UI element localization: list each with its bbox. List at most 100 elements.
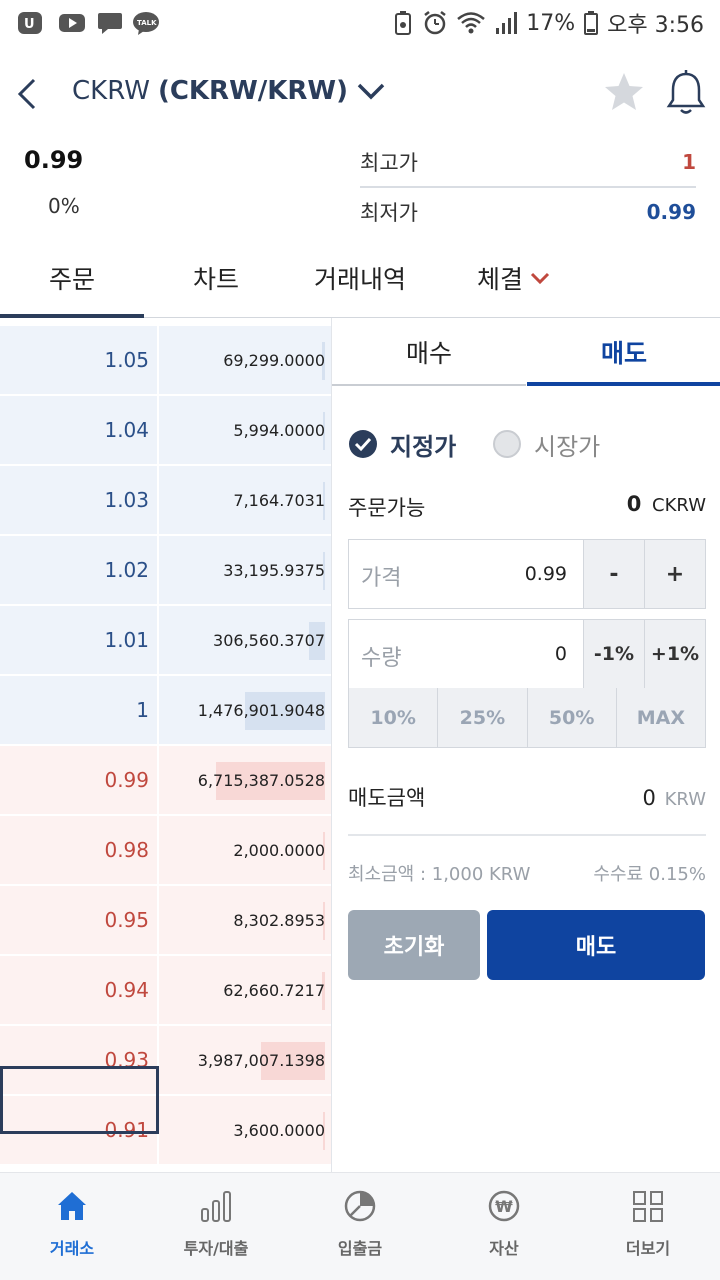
orderbook-quantity: 306,560.3707: [159, 606, 331, 674]
tab-buy[interactable]: 매수: [332, 318, 526, 386]
orderbook-price[interactable]: 0.95: [0, 886, 157, 954]
uplus-icon: U: [18, 12, 42, 34]
tab-trades[interactable]: 체결: [444, 240, 584, 316]
orderbook-price[interactable]: 0.98: [0, 816, 157, 884]
tab-indicator: [527, 382, 720, 386]
sell-button[interactable]: 매도: [487, 910, 705, 980]
main-tabs: 주문 차트 거래내역 체결: [0, 240, 720, 318]
quantity-field[interactable]: 수량 0 -1% +1%: [348, 619, 706, 689]
price-minus-button[interactable]: -: [583, 540, 644, 608]
signal-icon: [496, 12, 518, 34]
home-icon: [58, 1192, 86, 1220]
won-coin-icon: ₩: [488, 1190, 520, 1222]
orderbook-price[interactable]: 0.91: [0, 1096, 157, 1164]
tab-chart[interactable]: 차트: [144, 240, 288, 316]
orderbook-quantity-text: 306,560.3707: [213, 630, 325, 650]
price-field[interactable]: 가격 0.99 - +: [348, 539, 706, 609]
available-value: 0: [626, 492, 642, 516]
favorite-star-icon[interactable]: [602, 70, 646, 114]
price-plus-button[interactable]: +: [644, 540, 705, 608]
nav-more[interactable]: 더보기: [576, 1173, 720, 1280]
ask-row[interactable]: 1.05 69,299.0000: [0, 326, 331, 396]
ask-row[interactable]: 1.03 7,164.7031: [0, 466, 331, 536]
sell-amount-label: 매도금액: [348, 786, 426, 810]
nav-label: 거래소: [49, 1239, 95, 1258]
ask-row[interactable]: 1.04 5,994.0000: [0, 396, 331, 466]
nav-exchange[interactable]: 거래소: [0, 1173, 144, 1280]
orderbook-price[interactable]: 1: [0, 676, 157, 744]
bid-row[interactable]: 0.91 3,600.0000: [0, 1096, 331, 1166]
wifi-icon: [457, 12, 486, 34]
ask-row[interactable]: 1 1,476,901.9048: [0, 676, 331, 746]
ask-row[interactable]: 1.02 33,195.9375: [0, 536, 331, 606]
bid-row[interactable]: 0.93 3,987,007.1398: [0, 1026, 331, 1096]
nav-label: 입출금: [337, 1239, 383, 1258]
app-header: CKRW (CKRW/KRW): [0, 48, 720, 140]
orderbook-quantity-text: 2,000.0000: [233, 840, 325, 860]
nav-label: 더보기: [625, 1239, 671, 1258]
orderbook-quantity-text: 3,987,007.1398: [197, 1050, 325, 1070]
nav-assets[interactable]: ₩ 자산: [432, 1173, 576, 1280]
orderbook-price[interactable]: 0.99: [0, 746, 157, 814]
bid-row[interactable]: 0.98 2,000.0000: [0, 816, 331, 886]
market-selector[interactable]: CKRW (CKRW/KRW): [72, 76, 386, 106]
nav-invest-loan[interactable]: 투자/대출: [144, 1173, 288, 1280]
tab-trades-label: 체결: [476, 265, 523, 294]
orderbook-quantity: 69,299.0000: [159, 326, 331, 394]
bid-row[interactable]: 0.99 6,715,387.0528: [0, 746, 331, 816]
back-arrow-icon[interactable]: [8, 70, 48, 118]
limit-order-radio[interactable]: 지정가: [348, 426, 456, 462]
bid-row[interactable]: 0.94 62,660.7217: [0, 956, 331, 1026]
orderbook-quantity-text: 5,994.0000: [233, 420, 325, 440]
orderbook-price[interactable]: 0.93: [0, 1026, 157, 1094]
grid-icon: [633, 1191, 663, 1222]
ask-row[interactable]: 1.01 306,560.3707: [0, 606, 331, 676]
nav-label: 자산: [489, 1239, 519, 1258]
quantity-plus-percent-button[interactable]: +1%: [644, 620, 705, 688]
kakaotalk-icon: TALK: [133, 12, 159, 35]
youtube-icon: [59, 14, 85, 32]
percent-25-button[interactable]: 25%: [438, 688, 528, 747]
market-label: 시장가: [534, 432, 601, 461]
svg-text:TALK: TALK: [137, 19, 157, 27]
battery-percent: 17%: [526, 10, 576, 36]
orderbook-quantity: 6,715,387.0528: [159, 746, 331, 814]
orderbook-quantity: 3,600.0000: [159, 1096, 331, 1164]
orderbook-quantity-text: 33,195.9375: [223, 560, 325, 580]
orderbook-price[interactable]: 1.02: [0, 536, 157, 604]
orderbook-quantity: 8,302.8953: [159, 886, 331, 954]
min-amount: 최소금액 : 1,000 KRW: [348, 864, 531, 885]
orderbook-quantity-text: 6,715,387.0528: [197, 770, 325, 790]
tab-sell[interactable]: 매도: [527, 318, 720, 386]
quantity-minus-percent-button[interactable]: -1%: [583, 620, 644, 688]
nav-deposit-withdraw[interactable]: 입출금: [288, 1173, 432, 1280]
low-value: 0.99: [646, 200, 696, 224]
tab-history[interactable]: 거래내역: [288, 240, 432, 316]
orderbook-price[interactable]: 1.05: [0, 326, 157, 394]
nav-label: 투자/대출: [183, 1239, 249, 1258]
tab-order[interactable]: 주문: [0, 240, 144, 316]
chevron-down-icon: [357, 83, 385, 100]
percent-10-button[interactable]: 10%: [349, 688, 439, 747]
percent-max-button[interactable]: MAX: [617, 688, 705, 747]
orderbook-price[interactable]: 0.94: [0, 956, 157, 1024]
fee-rate: 수수료 0.15%: [593, 864, 706, 885]
available-label: 주문가능: [348, 496, 426, 520]
reset-button[interactable]: 초기화: [348, 910, 480, 980]
orderbook-quantity-text: 7,164.7031: [233, 490, 325, 510]
price-input-value[interactable]: 0.99: [525, 563, 567, 585]
pie-chart-icon: [344, 1190, 376, 1222]
orderbook-price[interactable]: 1.03: [0, 466, 157, 534]
sell-amount-row: 매도금액 0 KRW: [348, 782, 706, 812]
orderbook: 1.05 69,299.0000 1.04 5,994.0000 1.03 7,164.7…: [0, 318, 331, 1172]
percent-50-button[interactable]: 50%: [528, 688, 617, 747]
orderbook-price[interactable]: 1.01: [0, 606, 157, 674]
orderbook-quantity-text: 3,600.0000: [233, 1120, 325, 1140]
quantity-input-value[interactable]: 0: [555, 643, 567, 665]
market-order-radio[interactable]: 시장가: [492, 426, 600, 462]
bell-icon[interactable]: [664, 68, 708, 116]
tab-divider: [332, 384, 526, 386]
orderbook-price[interactable]: 1.04: [0, 396, 157, 464]
orderbook-quantity: 7,164.7031: [159, 466, 331, 534]
bid-row[interactable]: 0.95 8,302.8953: [0, 886, 331, 956]
